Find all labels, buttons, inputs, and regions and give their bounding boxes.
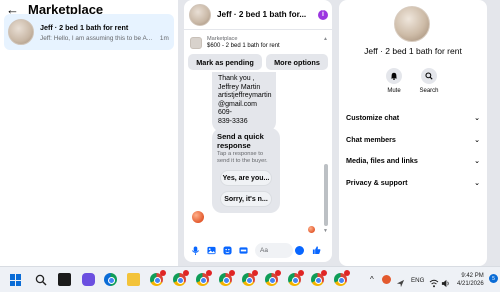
notification-badge xyxy=(229,270,235,276)
scroll-down-arrow-icon[interactable]: ▼ xyxy=(323,228,328,234)
chevron-down-icon: ⌄ xyxy=(474,114,480,122)
location-arrow-icon[interactable] xyxy=(396,275,405,288)
message-line: artistjeffreymartin xyxy=(218,92,272,100)
listing-source: Marketplace xyxy=(207,36,238,42)
search-taskbar-icon[interactable] xyxy=(35,273,48,286)
quick-response-option[interactable]: Sorry, it's n... xyxy=(220,191,272,207)
chrome-icon[interactable] xyxy=(288,270,304,286)
bell-icon xyxy=(386,68,402,84)
mute-button[interactable]: Mute xyxy=(379,68,409,94)
message-line: Thank you , xyxy=(218,75,255,82)
message-line: 839-3336 xyxy=(218,117,248,125)
chevron-down-icon: ⌄ xyxy=(474,157,480,165)
quick-response-card: Send a quick response Tap a response to … xyxy=(212,128,280,213)
notification-center-badge[interactable]: 5 xyxy=(489,274,498,283)
notification-badge xyxy=(206,270,212,276)
chevron-down-icon: ⌄ xyxy=(474,136,480,144)
message-line: Jeffrey Martin xyxy=(218,83,261,91)
info-icon[interactable]: i xyxy=(318,9,328,20)
chat-header[interactable]: Jeff · 2 bed 1 bath for... i xyxy=(184,0,332,30)
emoji-icon[interactable] xyxy=(295,245,304,255)
taskbar-clock[interactable]: 9:42 PM 4/21/2026 xyxy=(457,272,484,288)
notification-badge xyxy=(321,270,327,276)
notification-badge xyxy=(275,270,281,276)
task-view-icon[interactable] xyxy=(58,273,71,286)
notification-badge xyxy=(344,270,350,276)
chrome-icon[interactable] xyxy=(196,270,212,286)
menu-item-label: Customize chat xyxy=(346,113,400,122)
search-label: Search xyxy=(419,88,439,94)
chat-title[interactable]: Jeff · 2 bed 1 bath for... xyxy=(217,10,318,19)
mark-as-pending-button[interactable]: Mark as pending xyxy=(188,54,262,70)
image-icon[interactable] xyxy=(207,246,216,255)
message-input[interactable]: Aa xyxy=(255,242,304,258)
chat-info-panel: Jeff · 2 bed 1 bath for rent Mute Search… xyxy=(339,0,487,266)
chrome-icon[interactable] xyxy=(334,270,350,286)
chat-window: Jeff · 2 bed 1 bath for... i Marketplace… xyxy=(184,0,332,262)
edge-icon[interactable] xyxy=(104,273,117,286)
teams-icon[interactable] xyxy=(82,273,95,286)
menu-item-chat-members[interactable]: Chat members ⌄ xyxy=(346,135,480,144)
chrome-icon[interactable] xyxy=(311,270,327,286)
chat-avatar[interactable] xyxy=(189,3,211,26)
search-icon xyxy=(421,68,437,84)
conversation-avatar xyxy=(8,19,34,45)
chrome-icon[interactable] xyxy=(173,270,189,286)
thumbs-up-icon[interactable] xyxy=(312,246,321,255)
tray-app-icon[interactable] xyxy=(382,275,391,284)
menu-item-label: Chat members xyxy=(346,135,396,144)
menu-item-customize-chat[interactable]: Customize chat ⌄ xyxy=(346,113,480,122)
profile-avatar[interactable] xyxy=(394,6,430,42)
sender-avatar xyxy=(192,211,204,223)
gif-icon[interactable] xyxy=(239,246,248,255)
search-button[interactable]: Search xyxy=(414,68,444,94)
conversation-name: Jeff · 2 bed 1 bath for rent xyxy=(40,22,129,32)
windows-taskbar: ^ ENG 9:42 PM 4/21/2026 5 xyxy=(0,266,500,292)
sticker-icon[interactable] xyxy=(223,245,232,255)
chrome-icon[interactable] xyxy=(242,270,258,286)
listing-thumbnail xyxy=(190,37,202,49)
microphone-icon[interactable] xyxy=(191,245,200,255)
quick-response-title: Send a quick response xyxy=(217,132,264,150)
more-options-button[interactable]: More options xyxy=(266,54,328,70)
mute-label: Mute xyxy=(387,88,401,94)
message-bubble: Thank you , Jeffrey Martin artistjeffrey… xyxy=(212,72,276,132)
profile-name: Jeff · 2 bed 1 bath for rent xyxy=(364,46,462,56)
volume-icon[interactable] xyxy=(441,275,450,288)
chevron-down-icon: ⌄ xyxy=(474,179,480,187)
quick-response-option[interactable]: Yes, are you... xyxy=(220,170,272,186)
listing-banner[interactable]: Marketplace $600 - 2 bed 1 bath for rent xyxy=(184,30,332,52)
menu-item-label: Media, files and links xyxy=(346,156,418,165)
chat-scrollbar[interactable] xyxy=(324,164,328,226)
clock-date: 4/21/2026 xyxy=(457,281,484,287)
windows-start-icon[interactable] xyxy=(10,274,22,286)
clock-time: 9:42 PM xyxy=(461,273,484,279)
tray-overflow-chevron-icon[interactable]: ^ xyxy=(370,275,374,284)
message-composer: Aa xyxy=(184,238,332,262)
seen-indicator-avatar xyxy=(308,226,315,233)
conversation-time: 1m xyxy=(159,34,169,42)
conversation-item[interactable]: Jeff · 2 bed 1 bath for rent Jeff: Hello… xyxy=(4,14,174,50)
wifi-icon[interactable] xyxy=(429,275,439,288)
chrome-icon[interactable] xyxy=(150,270,166,286)
conversation-preview: Jeff: Hello, I am assuming this to be A.… xyxy=(40,34,153,42)
message-line: @gmail.com 609- xyxy=(218,100,258,117)
listing-title: $600 - 2 bed 1 bath for rent xyxy=(207,43,280,49)
notification-badge xyxy=(298,270,304,276)
notification-badge xyxy=(160,270,166,276)
menu-item-label: Privacy & support xyxy=(346,178,408,187)
language-indicator[interactable]: ENG xyxy=(411,277,424,284)
file-explorer-icon[interactable] xyxy=(127,273,140,286)
notification-badge xyxy=(252,270,258,276)
quick-response-subtitle: Tap a response to send it to the buyer. xyxy=(217,151,268,164)
notification-badge xyxy=(183,270,189,276)
scroll-up-arrow-icon[interactable]: ▲ xyxy=(323,36,328,42)
conversation-list-panel: ← Marketplace Jeff · 2 bed 1 bath for re… xyxy=(0,0,178,266)
chrome-icon[interactable] xyxy=(265,270,281,286)
message-input-placeholder: Aa xyxy=(260,246,268,254)
menu-item-media-files-links[interactable]: Media, files and links ⌄ xyxy=(346,156,480,165)
menu-item-privacy-support[interactable]: Privacy & support ⌄ xyxy=(346,178,480,187)
chrome-icon[interactable] xyxy=(219,270,235,286)
